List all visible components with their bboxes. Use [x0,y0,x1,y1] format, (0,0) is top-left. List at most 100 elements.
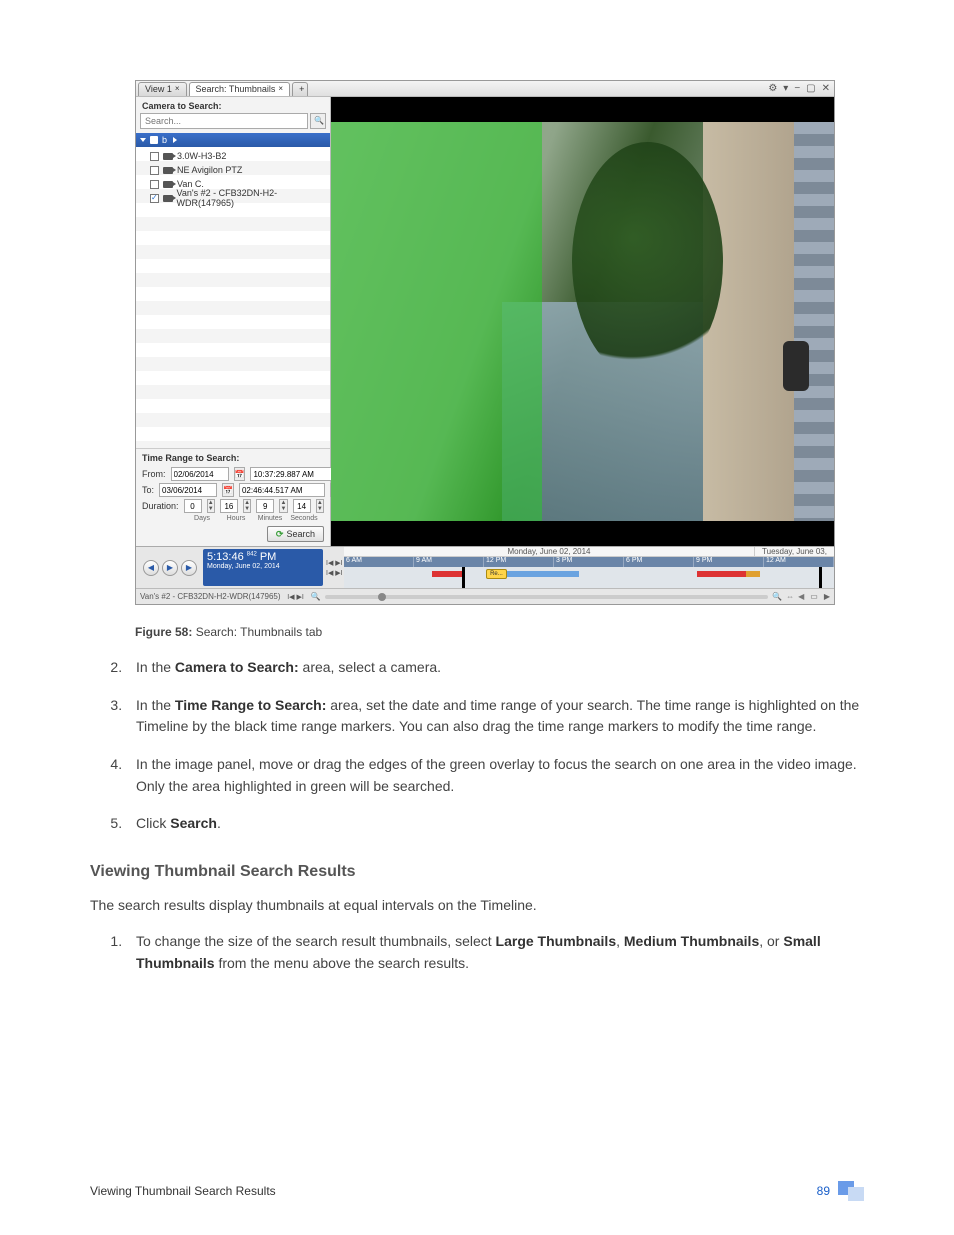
from-date-input[interactable] [171,467,229,481]
video-frame [331,122,834,521]
calendar-icon[interactable]: 📅 [234,467,246,481]
server-icon [150,136,158,144]
timeline-marker-button[interactable]: Re... [486,569,507,579]
figure-caption: Figure 58: Search: Thumbnails tab [135,625,864,639]
current-time-badge: 5:13:46 842 PM Monday, June 02, 2014 [203,549,323,586]
from-time-input[interactable] [250,467,336,481]
timeline-camera-name: Van's #2 - CFB32DN-H2-WDR(147965) [140,592,281,601]
section-heading: Viewing Thumbnail Search Results [90,863,864,881]
export-icon[interactable]: ▭ [810,592,818,601]
instruction-step: In the Camera to Search: area, select a … [126,657,864,679]
unit-hours: Hours [221,515,251,522]
timeline-tick: 3 PM [554,557,624,567]
timeline-date-left: Monday, June 02, 2014 [344,547,754,556]
spinner-icon[interactable]: ▲▼ [279,499,287,513]
checkbox-icon[interactable] [150,180,159,189]
skip-start-icon[interactable]: I◀ ▶I [326,559,344,567]
instruction-step: In the Time Range to Search: area, set t… [126,695,864,738]
timeline-date-right: Tuesday, June 03, 2014 [754,547,834,556]
minimize-icon[interactable]: − [794,83,800,94]
maximize-icon[interactable]: ▢ [806,83,815,94]
duration-seconds-input[interactable] [293,499,311,513]
duration-label: Duration: [142,501,179,511]
timeline-tick: 9 AM [414,557,484,567]
time-range-label: Time Range to Search: [142,453,324,465]
time-ms: 842 [247,551,257,557]
duration-unit-labels: Days Hours Minutes Seconds [187,515,324,522]
time-value: 5:13:46 [207,551,244,563]
time-range-panel: Time Range to Search: From: 📅 ▲▼ To: 📅 ▲… [136,448,330,546]
refresh-icon: ⟳ [276,529,284,540]
sidebar: Camera to Search: b 3.0W-H3-B2 [136,97,331,546]
footer-title: Viewing Thumbnail Search Results [90,1184,276,1198]
range-marker-start[interactable] [462,567,465,588]
instruction-list: In the Camera to Search: area, select a … [126,657,864,835]
range-marker-end[interactable] [819,567,822,588]
server-node[interactable]: b [136,133,330,147]
instruction-list-b: To change the size of the search result … [126,931,864,974]
zoom-slider[interactable]: 🔍 🔍 ⇔ ◀ [311,592,805,601]
page-footer: Viewing Thumbnail Search Results 89 [90,1181,864,1201]
camera-list-item[interactable]: NE Avigilon PTZ [136,163,330,177]
search-icon[interactable] [310,113,326,129]
checkbox-icon[interactable] [150,152,159,161]
camera-label: 3.0W-H3-B2 [177,151,226,161]
instruction-step: Click Search. [126,813,864,835]
spinner-icon[interactable]: ▲▼ [243,499,251,513]
to-time-input[interactable] [239,483,325,497]
calendar-icon[interactable]: 📅 [222,483,234,497]
timeline-track[interactable]: Re... [344,567,834,588]
unit-seconds: Seconds [289,515,319,522]
to-date-input[interactable] [159,483,217,497]
skip-icon[interactable]: I◀ ▶I [287,593,304,601]
checkbox-icon[interactable]: ✓ [150,194,159,203]
camera-list-item[interactable]: ✓ Van's #2 - CFB32DN-H2-WDR(147965) [136,191,330,205]
duration-hours-input[interactable] [220,499,238,513]
unit-days: Days [187,515,217,522]
slider-thumb[interactable] [378,593,386,601]
skip-end-icon[interactable]: I◀ ▶I [326,569,344,577]
camera-list: 3.0W-H3-B2 NE Avigilon PTZ Van C. ✓ Van'… [136,147,330,448]
tab-search-thumbnails[interactable]: Search: Thumbnails × [189,82,291,96]
gear-icon[interactable]: ⚙ [768,83,777,94]
timeline-tick: 6 PM [624,557,694,567]
duration-minutes-input[interactable] [256,499,274,513]
page-number: 89 [817,1184,830,1198]
new-tab-button[interactable]: + [292,82,308,96]
footer-logo-icon [838,1181,864,1201]
unit-minutes: Minutes [255,515,285,522]
timeline-panel: ◀ ▶ ▶ 5:13:46 842 PM Monday, June 02, 20… [136,546,834,604]
play-button[interactable]: ▶ [162,560,178,576]
timeline-tick: 9 PM [694,557,764,567]
zoom-out-icon[interactable]: 🔍 [311,592,321,601]
nav-left-icon[interactable]: ◀ [798,592,804,601]
timeline-tick: 12 AM [764,557,834,567]
camera-label: Van's #2 - CFB32DN-H2-WDR(147965) [177,188,331,208]
search-region-overlay[interactable] [331,122,542,521]
timeline[interactable]: Monday, June 02, 2014 Tuesday, June 03, … [344,547,834,588]
instruction-step: To change the size of the search result … [126,931,864,974]
timeline-segment [697,571,746,577]
spinner-icon[interactable]: ▲▼ [207,499,215,513]
chevron-down-icon[interactable]: ▾ [783,83,788,94]
instruction-step: In the image panel, move or drag the edg… [126,754,864,797]
spinner-icon[interactable]: ▲▼ [316,499,324,513]
duration-days-input[interactable] [184,499,202,513]
video-panel[interactable] [331,97,834,546]
close-icon[interactable]: ✕ [822,83,830,94]
zoom-in-icon[interactable]: 🔍 [772,592,782,601]
close-icon[interactable]: × [175,82,180,96]
camera-icon [163,153,173,160]
fit-icon[interactable]: ⇔ [786,592,794,601]
camera-icon [163,181,173,188]
section-intro: The search results display thumbnails at… [90,895,864,917]
close-icon[interactable]: × [278,82,283,96]
tab-view[interactable]: View 1 × [138,82,187,96]
step-back-button[interactable]: ◀ [143,560,159,576]
search-button[interactable]: ⟳ Search [267,526,324,542]
step-forward-button[interactable]: ▶ [181,560,197,576]
checkbox-icon[interactable] [150,166,159,175]
nav-right-icon[interactable]: ▶ [824,592,830,601]
camera-list-item[interactable]: 3.0W-H3-B2 [136,149,330,163]
camera-search-input[interactable] [140,113,308,129]
